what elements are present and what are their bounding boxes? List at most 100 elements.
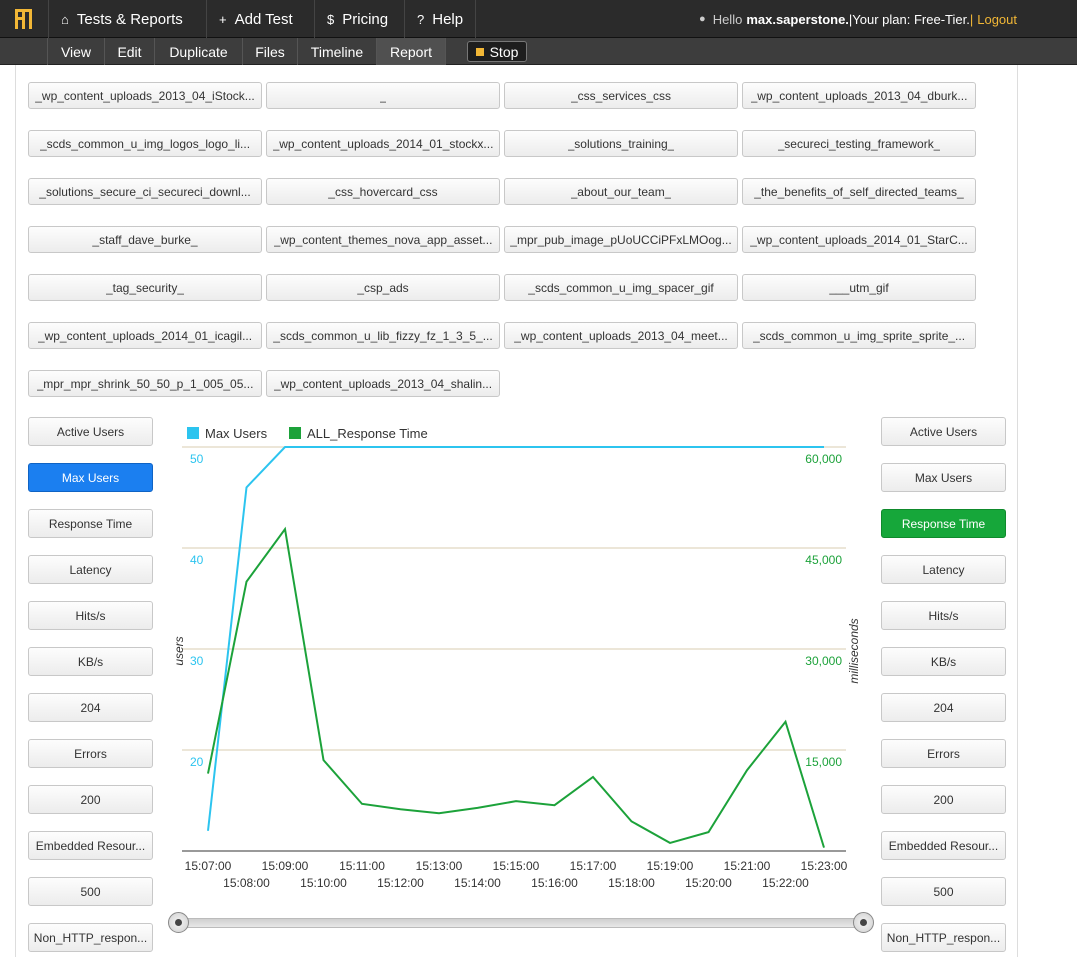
label-button-text: _css_hovercard_css (328, 184, 438, 199)
left-series-response-time-button[interactable]: Response Time (28, 509, 153, 538)
right-series-active-users-button[interactable]: Active Users (881, 417, 1006, 446)
label-button-text: ___utm_gif (829, 280, 889, 295)
right-tick-label: 45,000 (805, 553, 842, 567)
series-button-label: Response Time (48, 516, 133, 531)
label-button[interactable]: _scds_common_u_lib_fizzy_fz_1_3_5_... (266, 322, 500, 349)
label-button[interactable]: _secureci_testing_framework_ (742, 130, 976, 157)
label-button[interactable]: _solutions_secure_ci_secureci_downl... (28, 178, 262, 205)
label-button[interactable]: _mpr_pub_image_pUoUCCiPFxLMOog... (504, 226, 738, 253)
label-button[interactable]: _scds_common_u_img_spacer_gif (504, 274, 738, 301)
label-button[interactable]: _wp_content_uploads_2014_01_StarC... (742, 226, 976, 253)
tab-edit[interactable]: Edit (104, 38, 154, 65)
label-button-text: _staff_dave_burke_ (92, 232, 198, 247)
left-series-errors-button[interactable]: Errors (28, 739, 153, 768)
label-button[interactable]: _about_our_team_ (504, 178, 738, 205)
label-button[interactable]: _wp_content_uploads_2013_04_dburk... (742, 82, 976, 109)
tab-files[interactable]: Files (242, 38, 297, 65)
right-series-kb-s-button[interactable]: KB/s (881, 647, 1006, 676)
series-line-max-users (207, 446, 824, 831)
x-tick-label: 15:08:00 (223, 876, 270, 890)
series-button-label: Latency (922, 562, 965, 577)
left-series-500-button[interactable]: 500 (28, 877, 153, 906)
label-button[interactable]: ___utm_gif (742, 274, 976, 301)
label-button[interactable]: _wp_content_uploads_2013_04_shalin... (266, 370, 500, 397)
series-button-label: Embedded Resour... (35, 838, 146, 853)
label-button[interactable]: _wp_content_uploads_2013_04_iStock... (28, 82, 262, 109)
slider-handle-right[interactable] (853, 912, 874, 933)
right-series-response-time-button[interactable]: Response Time (881, 509, 1006, 538)
nav-pricing[interactable]: $ Pricing (314, 0, 404, 38)
right-tick-label: 30,000 (805, 654, 842, 668)
label-button[interactable]: _wp_content_themes_nova_app_asset... (266, 226, 500, 253)
x-tick-label: 15:09:00 (262, 859, 309, 873)
x-tick-label: 15:20:00 (685, 876, 732, 890)
nav-help[interactable]: ? Help (404, 0, 476, 38)
legend-swatch-response-time[interactable] (289, 427, 301, 439)
right-series-500-button[interactable]: 500 (881, 877, 1006, 906)
right-series-errors-button[interactable]: Errors (881, 739, 1006, 768)
tab-timeline[interactable]: Timeline (297, 38, 376, 65)
legend-swatch-max-users[interactable] (187, 427, 199, 439)
series-button-label: Errors (927, 746, 960, 761)
slider-handle-left[interactable] (168, 912, 189, 933)
app-logo[interactable] (0, 0, 48, 38)
stop-button[interactable]: Stop (467, 41, 527, 62)
right-series-latency-button[interactable]: Latency (881, 555, 1006, 584)
left-axis-label: users (172, 636, 186, 665)
nav-tests-reports[interactable]: ⌂ Tests & Reports (48, 0, 206, 38)
sub-navigation-bar: View Edit Duplicate Files Timeline Repor… (0, 38, 1077, 65)
series-button-label: Max Users (61, 470, 120, 485)
legend-label-response-time[interactable]: ALL_Response Time (307, 426, 428, 441)
label-button[interactable]: _css_hovercard_css (266, 178, 500, 205)
label-button[interactable]: _scds_common_u_img_sprite_sprite_... (742, 322, 976, 349)
time-range-slider[interactable] (168, 912, 876, 934)
series-button-label: KB/s (930, 654, 957, 669)
left-series-active-users-button[interactable]: Active Users (28, 417, 153, 446)
stop-icon (475, 47, 484, 56)
tab-view[interactable]: View (47, 38, 104, 65)
series-button-label: 204 (80, 700, 101, 715)
series-button-label: Active Users (56, 424, 125, 439)
left-series-204-button[interactable]: 204 (28, 693, 153, 722)
label-button[interactable]: _wp_content_uploads_2014_01_stockx... (266, 130, 500, 157)
series-button-label: 200 (933, 792, 954, 807)
plus-icon: + (219, 11, 227, 27)
right-series-embedded-resour-button[interactable]: Embedded Resour... (881, 831, 1006, 860)
label-button[interactable]: _css_services_css (504, 82, 738, 109)
left-series-latency-button[interactable]: Latency (28, 555, 153, 584)
tab-report[interactable]: Report (376, 38, 446, 65)
label-button[interactable]: _scds_common_u_img_logos_logo_li... (28, 130, 262, 157)
left-series-non-http-respon-button[interactable]: Non_HTTP_respon... (28, 923, 153, 952)
series-button-label: 204 (933, 700, 954, 715)
nav-add-test[interactable]: + Add Test (206, 0, 314, 38)
label-button[interactable]: _wp_content_uploads_2013_04_meet... (504, 322, 738, 349)
legend-label-max-users[interactable]: Max Users (205, 426, 268, 441)
left-series-200-button[interactable]: 200 (28, 785, 153, 814)
label-button[interactable]: _csp_ads (266, 274, 500, 301)
right-series-non-http-respon-button[interactable]: Non_HTTP_respon... (881, 923, 1006, 952)
left-series-kb-s-button[interactable]: KB/s (28, 647, 153, 676)
logout-link[interactable]: Logout (977, 12, 1017, 27)
right-tick-label: 60,000 (805, 452, 842, 466)
logo-icon (15, 9, 32, 29)
label-button[interactable]: _wp_content_uploads_2014_01_icagil... (28, 322, 262, 349)
label-button-text: _wp_content_themes_nova_app_asset... (273, 232, 493, 247)
left-series-max-users-button[interactable]: Max Users (28, 463, 153, 492)
right-series-200-button[interactable]: 200 (881, 785, 1006, 814)
left-series-hits-s-button[interactable]: Hits/s (28, 601, 153, 630)
x-tick-label: 15:23:00 (801, 859, 848, 873)
label-button[interactable]: _the_benefits_of_self_directed_teams_ (742, 178, 976, 205)
label-button[interactable]: _staff_dave_burke_ (28, 226, 262, 253)
label-button[interactable]: _ (266, 82, 500, 109)
label-button[interactable]: _tag_security_ (28, 274, 262, 301)
label-button[interactable]: _solutions_training_ (504, 130, 738, 157)
left-series-embedded-resour-button[interactable]: Embedded Resour... (28, 831, 153, 860)
right-series-max-users-button[interactable]: Max Users (881, 463, 1006, 492)
label-button[interactable]: _mpr_mpr_shrink_50_50_p_1_005_05... (28, 370, 262, 397)
right-series-204-button[interactable]: 204 (881, 693, 1006, 722)
x-tick-label: 15:14:00 (454, 876, 501, 890)
series-button-label: Embedded Resour... (888, 838, 999, 853)
series-button-label: 500 (933, 884, 954, 899)
tab-duplicate[interactable]: Duplicate (154, 38, 242, 65)
right-series-hits-s-button[interactable]: Hits/s (881, 601, 1006, 630)
